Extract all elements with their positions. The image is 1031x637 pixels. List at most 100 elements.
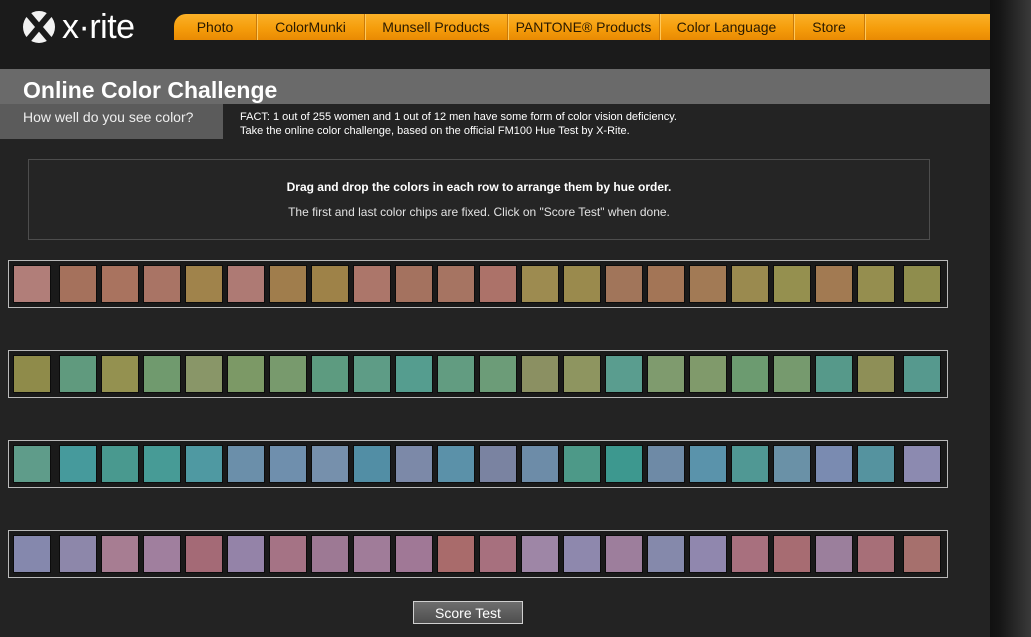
color-chip[interactable] <box>101 265 139 303</box>
nav-item-store[interactable]: Store <box>794 14 865 40</box>
color-chip[interactable] <box>647 445 685 483</box>
color-chip[interactable] <box>773 265 811 303</box>
color-chip[interactable] <box>563 535 601 573</box>
color-chip[interactable] <box>731 265 769 303</box>
color-chip[interactable] <box>521 265 559 303</box>
color-chip[interactable] <box>185 355 223 393</box>
color-chip[interactable] <box>143 535 181 573</box>
color-chip[interactable] <box>353 355 391 393</box>
color-chip[interactable] <box>395 535 433 573</box>
score-test-button[interactable]: Score Test <box>413 601 523 624</box>
color-chip[interactable] <box>395 265 433 303</box>
color-chip[interactable] <box>227 355 265 393</box>
color-chip[interactable] <box>311 445 349 483</box>
color-chip[interactable] <box>59 355 97 393</box>
color-chip[interactable] <box>227 265 265 303</box>
color-chip[interactable] <box>143 265 181 303</box>
fixed-color-chip <box>13 265 51 303</box>
color-chip[interactable] <box>353 535 391 573</box>
color-chip[interactable] <box>521 445 559 483</box>
color-chip[interactable] <box>479 535 517 573</box>
color-chip[interactable] <box>311 535 349 573</box>
color-chip[interactable] <box>815 535 853 573</box>
color-chip[interactable] <box>59 535 97 573</box>
site-header: x·rite Photo ColorMunki Munsell Products… <box>0 0 990 69</box>
color-chip[interactable] <box>731 445 769 483</box>
main-nav: Photo ColorMunki Munsell Products PANTON… <box>174 14 990 40</box>
nav-item-color-language[interactable]: Color Language <box>660 14 794 40</box>
color-chip[interactable] <box>857 445 895 483</box>
color-chip[interactable] <box>605 535 643 573</box>
color-chip[interactable] <box>101 355 139 393</box>
color-chip[interactable] <box>395 445 433 483</box>
color-chip[interactable] <box>689 355 727 393</box>
color-chip[interactable] <box>269 265 307 303</box>
color-chip[interactable] <box>437 445 475 483</box>
color-chip[interactable] <box>689 265 727 303</box>
color-chip[interactable] <box>815 355 853 393</box>
color-chip[interactable] <box>689 535 727 573</box>
color-chip[interactable] <box>647 535 685 573</box>
fixed-color-chip <box>13 535 51 573</box>
nav-item-colormunki[interactable]: ColorMunki <box>257 14 365 40</box>
color-chip[interactable] <box>563 355 601 393</box>
color-chip[interactable] <box>437 265 475 303</box>
color-chip[interactable] <box>437 355 475 393</box>
fixed-color-chip <box>903 355 941 393</box>
color-chip[interactable] <box>479 355 517 393</box>
color-chip[interactable] <box>185 535 223 573</box>
color-chip[interactable] <box>185 265 223 303</box>
fixed-color-chip <box>903 265 941 303</box>
color-chip[interactable] <box>647 355 685 393</box>
color-chip[interactable] <box>143 355 181 393</box>
color-chip[interactable] <box>773 355 811 393</box>
color-chip[interactable] <box>857 355 895 393</box>
nav-item-pantone-products[interactable]: PANTONE® Products <box>508 14 660 40</box>
color-chip[interactable] <box>59 445 97 483</box>
color-chip[interactable] <box>479 445 517 483</box>
color-chip[interactable] <box>269 445 307 483</box>
color-chip[interactable] <box>563 445 601 483</box>
color-chip[interactable] <box>311 265 349 303</box>
color-chip[interactable] <box>101 535 139 573</box>
color-chip[interactable] <box>227 445 265 483</box>
color-chip[interactable] <box>815 265 853 303</box>
chip-row-2 <box>8 350 948 398</box>
color-chip[interactable] <box>689 445 727 483</box>
color-chip[interactable] <box>437 535 475 573</box>
color-chip[interactable] <box>731 355 769 393</box>
nav-item-photo[interactable]: Photo <box>174 14 257 40</box>
color-chip[interactable] <box>395 355 433 393</box>
color-chip[interactable] <box>773 535 811 573</box>
nav-item-munsell-products[interactable]: Munsell Products <box>365 14 508 40</box>
color-chip[interactable] <box>521 355 559 393</box>
color-chip[interactable] <box>227 535 265 573</box>
color-chip[interactable] <box>59 265 97 303</box>
fixed-color-chip <box>903 535 941 573</box>
color-chip[interactable] <box>647 265 685 303</box>
color-chip[interactable] <box>353 445 391 483</box>
color-chip[interactable] <box>185 445 223 483</box>
color-chip[interactable] <box>269 535 307 573</box>
color-chip[interactable] <box>857 535 895 573</box>
color-chip[interactable] <box>857 265 895 303</box>
color-chip[interactable] <box>143 445 181 483</box>
color-chip[interactable] <box>773 445 811 483</box>
instructions-panel: Drag and drop the colors in each row to … <box>28 159 930 240</box>
color-chip[interactable] <box>605 355 643 393</box>
color-chip[interactable] <box>353 265 391 303</box>
color-chip[interactable] <box>479 265 517 303</box>
color-chip[interactable] <box>101 445 139 483</box>
color-chip[interactable] <box>521 535 559 573</box>
instructions-heading: Drag and drop the colors in each row to … <box>286 180 672 194</box>
fact-line: Take the online color challenge, based o… <box>240 125 630 137</box>
color-chip[interactable] <box>269 355 307 393</box>
color-chip[interactable] <box>815 445 853 483</box>
color-chip[interactable] <box>731 535 769 573</box>
color-chip[interactable] <box>311 355 349 393</box>
chip-row-4 <box>8 530 948 578</box>
color-chip[interactable] <box>605 445 643 483</box>
brand-logo[interactable]: x·rite <box>22 7 135 47</box>
color-chip[interactable] <box>605 265 643 303</box>
color-chip[interactable] <box>563 265 601 303</box>
